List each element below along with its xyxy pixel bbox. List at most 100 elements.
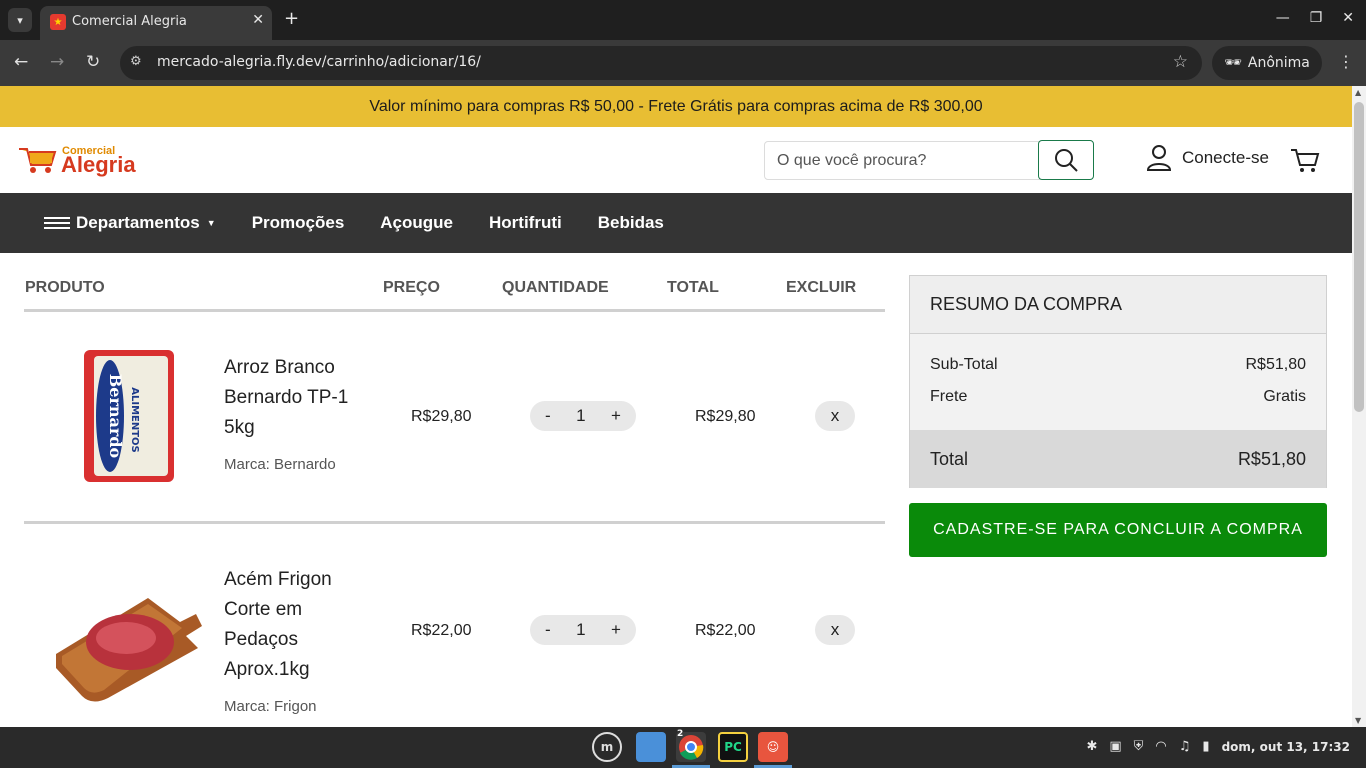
search-input[interactable] [764, 141, 1040, 180]
back-icon[interactable]: ← [14, 52, 28, 72]
header-quantity: QUANTIDADE [502, 279, 609, 296]
total-value: R$51,80 [1237, 448, 1306, 469]
shield-icon[interactable]: ⛨ [1134, 739, 1144, 754]
header-price: PREÇO [383, 279, 440, 296]
clock[interactable]: dom, out 13, 17:32 [1222, 740, 1350, 754]
qty-decrease-button[interactable]: - [545, 406, 551, 426]
mint-menu-icon[interactable]: m [592, 732, 622, 762]
register-to-checkout-button[interactable]: CADASTRE-SE PARA CONCLUIR A COMPRA [909, 503, 1327, 557]
category-navbar: Departamentos ▼ Promoções Açougue Hortif… [0, 193, 1352, 253]
beef-board-image [56, 598, 202, 702]
scroll-thumb[interactable] [1354, 102, 1364, 412]
os-taskbar: m 2 PC ☺ ✱ ▣ ⛨ ◠ ♫ ▮ dom, out 13, 17:32 [0, 727, 1366, 768]
omnibox[interactable]: ⚙ mercado-alegria.fly.dev/carrinho/adici… [120, 46, 1202, 80]
system-tray: ✱ ▣ ⛨ ◠ ♫ ▮ dom, out 13, 17:32 [1086, 739, 1350, 754]
pycharm-icon[interactable]: PC [718, 732, 748, 762]
search-icon [1055, 149, 1078, 172]
qty-increase-button[interactable]: + [611, 406, 621, 426]
header-delete: EXCLUIR [786, 279, 857, 296]
cart-row: Acém Frigon Corte em Pedaços Aprox.1kg M… [24, 524, 885, 727]
login-link[interactable]: Conecte-se [1146, 144, 1269, 172]
product-image-rice[interactable]: Bernardo ALIMENTOS [52, 342, 202, 492]
site-info-icon[interactable]: ⚙ [130, 54, 142, 69]
minimize-icon[interactable]: — [1276, 10, 1290, 26]
browser-tabbar: ▾ ★ Comercial Alegria ✕ + — ❐ ✕ [0, 0, 1366, 40]
user-icon [1146, 145, 1172, 171]
nav-item-hortifruti[interactable]: Hortifruti [489, 213, 562, 233]
search-button[interactable] [1038, 140, 1094, 180]
browser-menu-icon[interactable]: ⋮ [1338, 52, 1354, 71]
summary-shipping: Frete Gratis [930, 388, 1306, 406]
quantity-stepper: - 1 + [530, 615, 636, 645]
shipping-value: Gratis [1263, 388, 1306, 405]
new-tab-icon[interactable]: + [284, 8, 299, 30]
qty-value: 1 [576, 620, 586, 639]
url-text[interactable]: mercado-alegria.fly.dev/carrinho/adicion… [157, 54, 481, 70]
promo-bar: Valor mínimo para compras R$ 50,00 - Fre… [0, 86, 1352, 127]
sound-icon[interactable]: ♫ [1179, 739, 1191, 754]
site-header: Comercial Alegria Conecte-se [0, 127, 1352, 193]
gitkraken-icon[interactable]: ☺ [758, 732, 788, 762]
product-name[interactable]: Acém Frigon Corte em Pedaços Aprox.1kg [224, 565, 364, 685]
product-brand: Marca: Bernardo [224, 456, 336, 473]
site-favicon-icon: ★ [50, 14, 66, 30]
header-total: TOTAL [667, 279, 719, 296]
departments-dropdown[interactable]: Departamentos ▼ [44, 213, 216, 233]
qty-decrease-button[interactable]: - [545, 620, 551, 640]
logo-big-text: Alegria [61, 152, 136, 177]
rice-bag-image: Bernardo ALIMENTOS [84, 350, 174, 482]
battery-icon[interactable]: ▮ [1202, 739, 1209, 754]
product-image-beef[interactable] [52, 556, 202, 706]
clipboard-icon[interactable]: ▣ [1109, 739, 1121, 754]
maximize-icon[interactable]: ❐ [1310, 10, 1323, 26]
summary-subtotal: Sub-Total R$51,80 [930, 356, 1306, 374]
profile-label: Anônima [1247, 55, 1310, 71]
quantity-stepper: - 1 + [530, 401, 636, 431]
shipping-label: Frete [930, 388, 968, 405]
tab-title: Comercial Alegria [72, 14, 187, 29]
forward-icon[interactable]: → [50, 52, 64, 72]
delete-item-button[interactable]: x [815, 615, 855, 645]
nav-item-promocoes[interactable]: Promoções [252, 213, 345, 233]
product-total: R$29,80 [695, 408, 756, 425]
scroll-up-icon[interactable]: ▲ [1355, 88, 1361, 97]
total-label: Total [930, 448, 969, 469]
header-product: PRODUTO [25, 279, 105, 296]
tab-search-icon[interactable]: ▾ [8, 8, 32, 32]
scroll-down-icon[interactable]: ▼ [1355, 716, 1361, 725]
order-summary: RESUMO DA COMPRA Sub-Total R$51,80 Frete… [909, 275, 1327, 488]
subtotal-label: Sub-Total [930, 356, 998, 373]
qty-increase-button[interactable]: + [611, 620, 621, 640]
browser-tab[interactable]: ★ Comercial Alegria ✕ [40, 6, 272, 40]
page-scrollbar[interactable]: ▲ ▼ [1352, 86, 1366, 727]
incognito-profile-button[interactable]: 🕶 Anônima [1212, 46, 1322, 80]
svg-text:ALIMENTOS: ALIMENTOS [129, 387, 140, 453]
nav-item-acougue[interactable]: Açougue [380, 213, 453, 233]
product-total: R$22,00 [695, 622, 756, 639]
bookmark-star-icon[interactable]: ☆ [1173, 52, 1188, 72]
subtotal-value: R$51,80 [1245, 356, 1307, 373]
logo-cart-icon [19, 148, 57, 173]
departments-label: Departamentos [76, 213, 200, 232]
cart-row: Bernardo ALIMENTOS Arroz Branco Bernardo… [24, 312, 885, 524]
tab-close-icon[interactable]: ✕ [252, 12, 264, 28]
delete-item-button[interactable]: x [815, 401, 855, 431]
cart-header-row: PRODUTO PREÇO QUANTIDADE TOTAL EXCLUIR [24, 253, 885, 312]
qty-value: 1 [576, 406, 586, 425]
close-window-icon[interactable]: ✕ [1342, 10, 1354, 26]
cart-table: PRODUTO PREÇO QUANTIDADE TOTAL EXCLUIR B… [24, 253, 885, 727]
incognito-icon: 🕶 [1224, 55, 1242, 71]
product-name[interactable]: Arroz Branco Bernardo TP-1 5kg [224, 353, 364, 443]
reload-icon[interactable]: ↻ [86, 52, 100, 72]
login-label: Conecte-se [1182, 148, 1269, 167]
product-price: R$29,80 [411, 408, 472, 425]
rice-brand-lettering: Bernardo [106, 374, 125, 459]
site-logo[interactable]: Comercial Alegria [17, 141, 157, 181]
bluetooth-icon[interactable]: ✱ [1086, 739, 1097, 754]
window-controls: — ❐ ✕ [1276, 10, 1354, 26]
cart-icon[interactable] [1290, 147, 1320, 173]
wifi-icon[interactable]: ◠ [1155, 739, 1166, 754]
files-folder-icon[interactable] [636, 732, 666, 762]
hamburger-icon [44, 214, 70, 232]
nav-item-bebidas[interactable]: Bebidas [598, 213, 664, 233]
